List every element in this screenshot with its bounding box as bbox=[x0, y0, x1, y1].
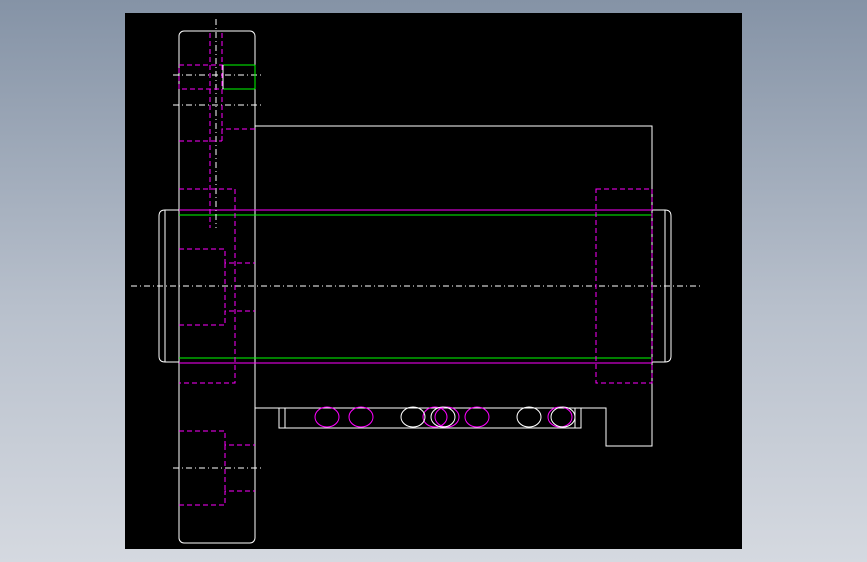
ball bbox=[547, 406, 573, 428]
cad-drawing bbox=[131, 19, 701, 544]
flange-bore-hidden bbox=[179, 188, 255, 384]
flange-step-upper bbox=[179, 248, 255, 264]
lower-hole-top bbox=[179, 430, 255, 446]
upper-counterbore bbox=[221, 128, 255, 141]
upper-boss-hidden bbox=[178, 64, 256, 90]
flange[interactable] bbox=[178, 30, 256, 544]
center-lines bbox=[131, 19, 701, 469]
ball bbox=[314, 406, 340, 428]
ball bbox=[550, 406, 576, 428]
upper-bolt-hole[interactable] bbox=[178, 33, 256, 228]
ball-recirculation-channel[interactable] bbox=[278, 406, 582, 429]
lower-hole-bottom bbox=[179, 490, 255, 506]
ball bbox=[400, 406, 426, 428]
cad-viewport[interactable] bbox=[125, 13, 742, 549]
ball bbox=[464, 406, 490, 428]
ball bbox=[348, 406, 374, 428]
flange-step-lower bbox=[179, 310, 255, 326]
balls-hidden bbox=[314, 406, 573, 428]
flange-outline bbox=[178, 30, 256, 544]
ball bbox=[516, 406, 542, 428]
